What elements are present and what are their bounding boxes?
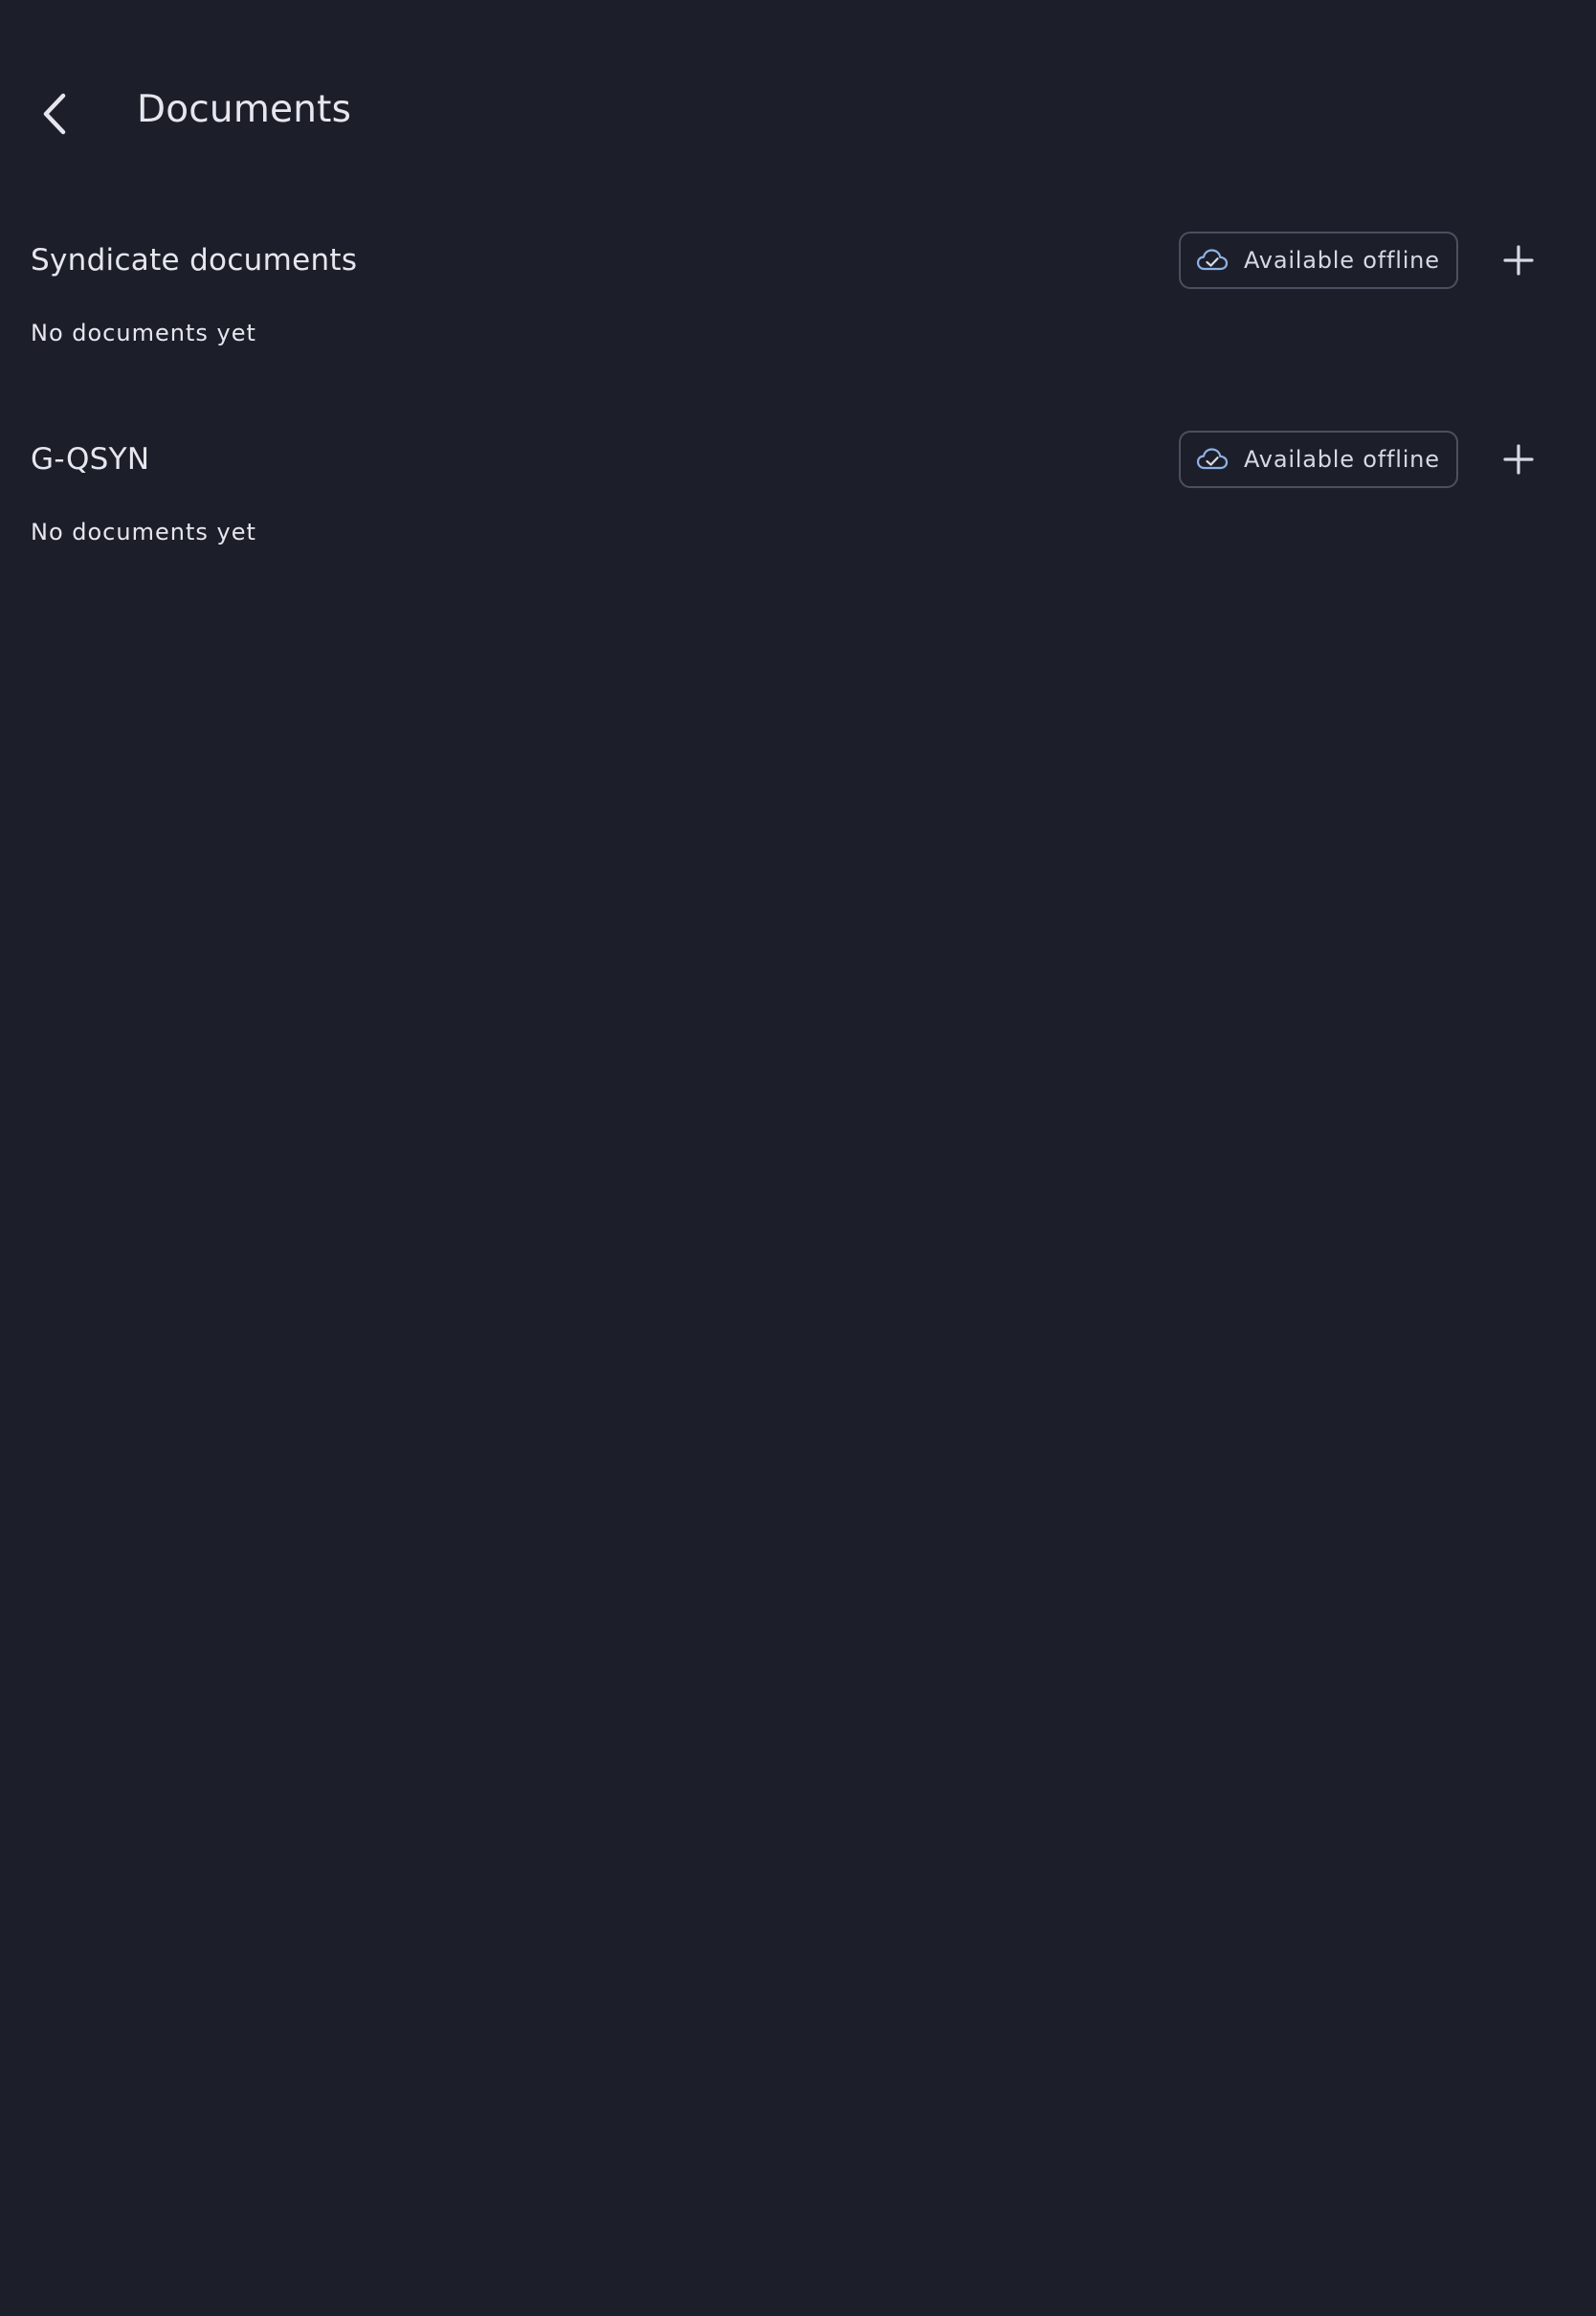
page-title: Documents bbox=[137, 88, 352, 131]
available-offline-toggle[interactable]: Available offline bbox=[1179, 232, 1458, 289]
add-document-button[interactable] bbox=[1495, 236, 1542, 284]
documents-screen: Documents Syndicate documents Available … bbox=[0, 0, 1596, 2316]
cloud-check-icon bbox=[1196, 248, 1229, 273]
chevron-left-icon bbox=[43, 93, 66, 135]
section-header-row: Syndicate documents Available offline bbox=[0, 232, 1596, 289]
available-offline-label: Available offline bbox=[1244, 247, 1440, 274]
add-document-button[interactable] bbox=[1495, 435, 1542, 483]
plus-icon bbox=[1503, 444, 1534, 475]
section-g-qsyn: G-QSYN Available offline No documents ye… bbox=[0, 431, 1596, 546]
empty-state-text: No documents yet bbox=[31, 320, 256, 346]
plus-icon bbox=[1503, 245, 1534, 276]
section-header-row: G-QSYN Available offline bbox=[0, 431, 1596, 488]
available-offline-label: Available offline bbox=[1244, 446, 1440, 473]
section-title: Syndicate documents bbox=[31, 243, 358, 278]
section-syndicate-documents: Syndicate documents Available offline No… bbox=[0, 232, 1596, 346]
empty-state-text: No documents yet bbox=[31, 519, 256, 546]
section-title: G-QSYN bbox=[31, 442, 150, 477]
back-button[interactable] bbox=[21, 80, 88, 147]
available-offline-toggle[interactable]: Available offline bbox=[1179, 431, 1458, 488]
cloud-check-icon bbox=[1196, 447, 1229, 472]
header: Documents bbox=[0, 0, 1596, 191]
